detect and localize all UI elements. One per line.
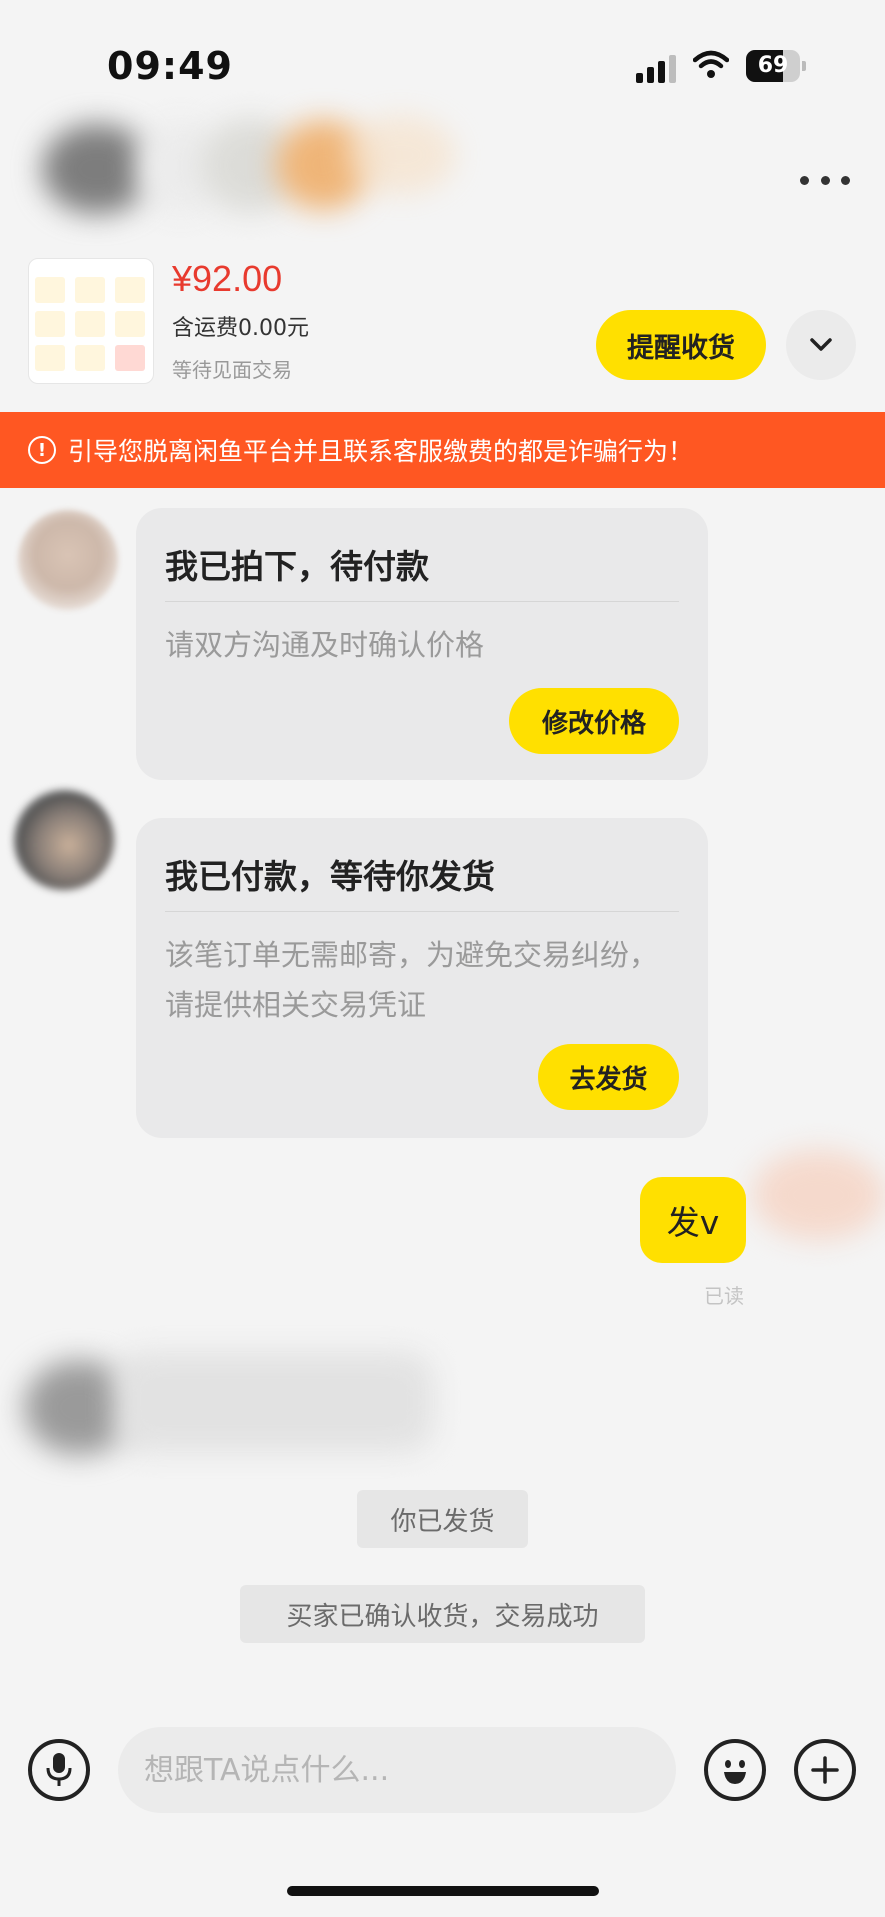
- redacted-user-header[interactable]: [36, 110, 456, 230]
- warning-icon: !: [28, 436, 56, 464]
- redacted-buyer-message: [14, 1340, 434, 1470]
- status-time: 09:49: [107, 44, 233, 88]
- system-message-completed: 买家已确认收货，交易成功: [240, 1585, 645, 1643]
- message-input[interactable]: [118, 1727, 676, 1813]
- read-receipt: 已读: [704, 1284, 744, 1308]
- modify-price-button[interactable]: 修改价格: [509, 688, 679, 754]
- warning-text: 引导您脱离闲鱼平台并且联系客服缴费的都是诈骗行为！: [68, 437, 694, 466]
- remind-receipt-button[interactable]: 提醒收货: [596, 310, 766, 380]
- wifi-icon: [693, 50, 729, 78]
- voice-input-icon[interactable]: [28, 1739, 90, 1801]
- my-avatar[interactable]: [752, 1150, 885, 1240]
- expand-button[interactable]: [786, 310, 856, 380]
- add-attachment-icon[interactable]: [794, 1739, 856, 1801]
- message-card-ordered: 我已拍下，待付款 请双方沟通及时确认价格 修改价格: [136, 508, 708, 780]
- card-body: 请双方沟通及时确认价格: [165, 628, 485, 662]
- battery-level: 69: [757, 53, 789, 78]
- product-price: ¥92.00: [172, 258, 283, 299]
- fraud-warning-banner: ! 引导您脱离闲鱼平台并且联系客服缴费的都是诈骗行为！: [0, 412, 885, 488]
- home-indicator: [287, 1886, 599, 1896]
- system-message-shipped: 你已发货: [357, 1490, 528, 1548]
- shipping-fee: 含运费0.00元: [172, 316, 309, 341]
- battery-icon: 69: [746, 50, 806, 82]
- message-card-paid: 我已付款，等待你发货 该笔订单无需邮寄，为避免交易纠纷，请提供相关交易凭证 去发…: [136, 818, 708, 1138]
- buyer-avatar[interactable]: [18, 510, 118, 610]
- card-title: 我已付款，等待你发货: [165, 857, 495, 896]
- emoji-icon[interactable]: [704, 1739, 766, 1801]
- ship-button[interactable]: 去发货: [538, 1044, 679, 1110]
- trade-status: 等待见面交易: [172, 358, 292, 382]
- card-body: 该笔订单无需邮寄，为避免交易纠纷，请提供相关交易凭证: [165, 938, 659, 1022]
- more-options-icon[interactable]: [800, 172, 850, 188]
- my-message-bubble: 发v: [640, 1177, 746, 1263]
- chevron-down-icon: [810, 338, 832, 351]
- cellular-signal-icon: [636, 55, 678, 83]
- product-thumbnail[interactable]: [28, 258, 154, 384]
- buyer-avatar[interactable]: [14, 790, 114, 890]
- card-title: 我已拍下，待付款: [165, 547, 429, 586]
